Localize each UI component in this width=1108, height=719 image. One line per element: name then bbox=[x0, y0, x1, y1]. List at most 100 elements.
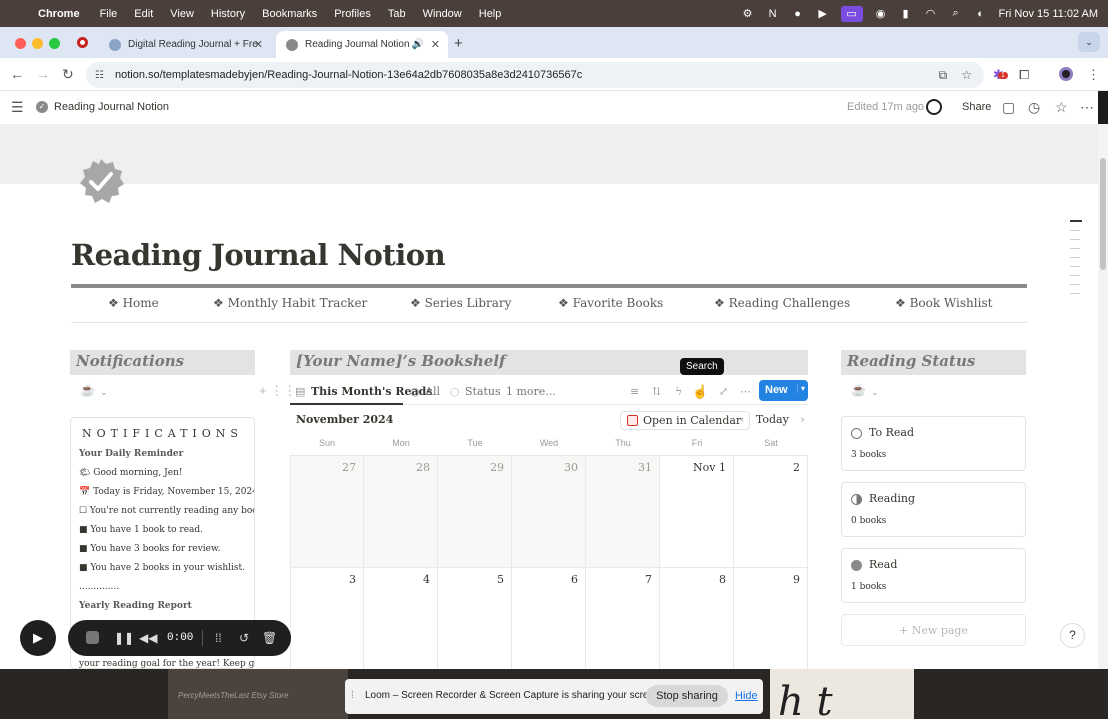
link-series-library[interactable]: ❖ Series Library bbox=[410, 296, 511, 310]
back-icon[interactable]: ← bbox=[10, 66, 24, 82]
reload-icon[interactable]: ↻ bbox=[62, 66, 74, 83]
link-favorite-books[interactable]: ❖ Favorite Books bbox=[558, 296, 663, 310]
rewind-icon[interactable]: ◀◀ bbox=[139, 631, 157, 645]
verified-badge-icon[interactable] bbox=[78, 158, 124, 204]
pause-icon[interactable]: ❚❚ bbox=[114, 631, 134, 645]
today-button[interactable]: Today bbox=[756, 413, 789, 426]
close-window-icon[interactable] bbox=[15, 38, 26, 49]
calendar-day[interactable]: 3 bbox=[290, 568, 364, 680]
tab-more-views[interactable]: 1 more... bbox=[506, 385, 556, 398]
bookmark-star-icon[interactable]: ☆ bbox=[961, 68, 972, 83]
help-icon[interactable]: ? bbox=[1060, 623, 1085, 648]
coffee-icon[interactable]: ☕ bbox=[80, 383, 95, 397]
notion-menu-icon[interactable]: N bbox=[766, 8, 780, 20]
status-card-to-read[interactable]: To Read 3 books bbox=[841, 416, 1026, 471]
coffee-icon[interactable]: ☕ bbox=[851, 383, 866, 397]
drawing-grid-icon[interactable]: ⁞⁞ bbox=[215, 631, 222, 645]
calendar-day[interactable]: 28 bbox=[364, 456, 438, 568]
chevron-down-icon[interactable]: ⌄ bbox=[871, 387, 879, 398]
tab-status[interactable]: Status bbox=[465, 385, 501, 398]
calendar-day[interactable]: 4 bbox=[364, 568, 438, 680]
link-home[interactable]: ❖ Home bbox=[108, 296, 159, 310]
play-icon[interactable]: ▶ bbox=[816, 8, 830, 20]
automation-bolt-icon[interactable]: ϟ bbox=[675, 385, 682, 398]
table-of-contents-minimap[interactable] bbox=[1070, 220, 1082, 302]
calendar-day[interactable]: 5 bbox=[438, 568, 512, 680]
favorite-star-icon[interactable]: ☆ bbox=[1055, 99, 1068, 116]
menu-help[interactable]: Help bbox=[479, 8, 502, 20]
page-title[interactable]: Reading Journal Notion bbox=[71, 238, 446, 272]
drag-handle-icon[interactable]: ⁞ bbox=[351, 690, 354, 701]
battery-icon[interactable]: ▮ bbox=[899, 8, 913, 20]
calendar-day[interactable]: 29 bbox=[438, 456, 512, 568]
screen-share-icon[interactable]: ▭ bbox=[840, 5, 863, 22]
tab-search-chevron-icon[interactable]: ⌄ bbox=[1078, 32, 1100, 52]
calendar-day[interactable]: 2 bbox=[734, 456, 808, 568]
link-book-wishlist[interactable]: ❖ Book Wishlist bbox=[895, 296, 992, 310]
calendar-day[interactable]: 31 bbox=[586, 456, 660, 568]
link-monthly-habit-tracker[interactable]: ❖ Monthly Habit Tracker bbox=[213, 296, 367, 310]
trash-icon[interactable]: 🗑 bbox=[262, 631, 277, 645]
forward-icon[interactable]: → bbox=[36, 66, 50, 82]
stop-recording-icon[interactable] bbox=[86, 631, 99, 644]
next-month-icon[interactable]: › bbox=[800, 413, 804, 426]
reading-status-heading[interactable]: Reading Status bbox=[841, 350, 1026, 375]
menu-file[interactable]: File bbox=[100, 8, 118, 20]
maximize-window-icon[interactable] bbox=[49, 38, 60, 49]
new-page-button[interactable]: + New page bbox=[841, 614, 1026, 646]
filter-icon[interactable]: ≡ bbox=[630, 385, 639, 398]
menu-profiles[interactable]: Profiles bbox=[334, 8, 371, 20]
calendar-day[interactable]: 30 bbox=[512, 456, 586, 568]
breadcrumb-page-title[interactable]: Reading Journal Notion bbox=[54, 101, 169, 113]
prev-month-icon[interactable]: ‹ bbox=[740, 413, 744, 426]
scrollbar-thumb[interactable] bbox=[1100, 158, 1106, 270]
browser-menu-icon[interactable]: ⋮ bbox=[1087, 67, 1100, 83]
user-icon[interactable]: ● bbox=[791, 8, 805, 20]
chevron-down-icon[interactable]: ⌄ bbox=[100, 387, 108, 398]
recording-icon[interactable] bbox=[77, 37, 88, 48]
page-scrollbar[interactable] bbox=[1098, 124, 1108, 669]
history-icon[interactable]: ◷ bbox=[1028, 99, 1040, 116]
tab-digital-reading-journal[interactable]: Digital Reading Journal + Fre ✕ bbox=[99, 31, 271, 58]
close-tab-icon[interactable]: ✕ bbox=[431, 38, 440, 51]
menu-history[interactable]: History bbox=[211, 8, 245, 20]
site-settings-icon[interactable]: ☷ bbox=[95, 70, 104, 81]
calendar-day[interactable]: Nov 1 bbox=[660, 456, 734, 568]
profile-avatar[interactable] bbox=[1059, 67, 1073, 81]
notifications-heading[interactable]: Notifications bbox=[70, 350, 255, 375]
hide-link[interactable]: Hide bbox=[735, 690, 758, 702]
address-bar[interactable]: ☷ notion.so/templatesmadebyjen/Reading-J… bbox=[86, 62, 984, 88]
new-tab-icon[interactable]: + bbox=[454, 35, 463, 52]
close-tab-icon[interactable]: ✕ bbox=[254, 38, 263, 51]
account-icon[interactable]: ◉ bbox=[874, 8, 888, 20]
camera-toggle-icon[interactable]: ▶ bbox=[20, 620, 56, 656]
menu-bookmarks[interactable]: Bookmarks bbox=[262, 8, 317, 20]
menubar-clock[interactable]: Fri Nov 15 11:02 AM bbox=[999, 8, 1098, 20]
calendar-day[interactable]: 8 bbox=[660, 568, 734, 680]
wifi-icon[interactable]: ◠ bbox=[924, 8, 938, 20]
menu-view[interactable]: View bbox=[170, 8, 194, 20]
link-reading-challenges[interactable]: ❖ Reading Challenges bbox=[714, 296, 850, 310]
control-center-icon[interactable]: ⚙ bbox=[741, 8, 755, 20]
minimize-window-icon[interactable] bbox=[32, 38, 43, 49]
avatar[interactable] bbox=[926, 99, 942, 115]
calendar-day[interactable]: 6 bbox=[512, 568, 586, 680]
more-options-icon[interactable]: ⋯ bbox=[1080, 99, 1094, 116]
search-icon[interactable]: ⌕ bbox=[949, 7, 963, 20]
bookshelf-heading[interactable]: [Your Name]’s Bookshelf bbox=[290, 350, 808, 375]
new-entry-button[interactable]: New ▾ bbox=[759, 380, 808, 401]
menu-tab[interactable]: Tab bbox=[388, 8, 406, 20]
restart-icon[interactable]: ↺ bbox=[239, 631, 249, 645]
calendar-day[interactable]: 9 bbox=[734, 568, 808, 680]
chevron-down-icon[interactable]: ▾ bbox=[796, 384, 805, 393]
calendar-day[interactable]: 7 bbox=[586, 568, 660, 680]
sidebar-toggle-icon[interactable]: ☰ bbox=[11, 99, 24, 116]
stop-sharing-button[interactable]: Stop sharing bbox=[646, 685, 728, 707]
status-card-reading[interactable]: Reading 0 books bbox=[841, 482, 1026, 537]
menu-edit[interactable]: Edit bbox=[134, 8, 153, 20]
tab-all[interactable]: All bbox=[425, 385, 440, 398]
extensions-puzzle-icon[interactable]: ⧠ bbox=[1019, 67, 1029, 83]
toggle-icon[interactable]: ◐ bbox=[974, 8, 988, 20]
sort-icon[interactable]: ⇅ bbox=[652, 385, 661, 398]
menu-window[interactable]: Window bbox=[423, 8, 462, 20]
